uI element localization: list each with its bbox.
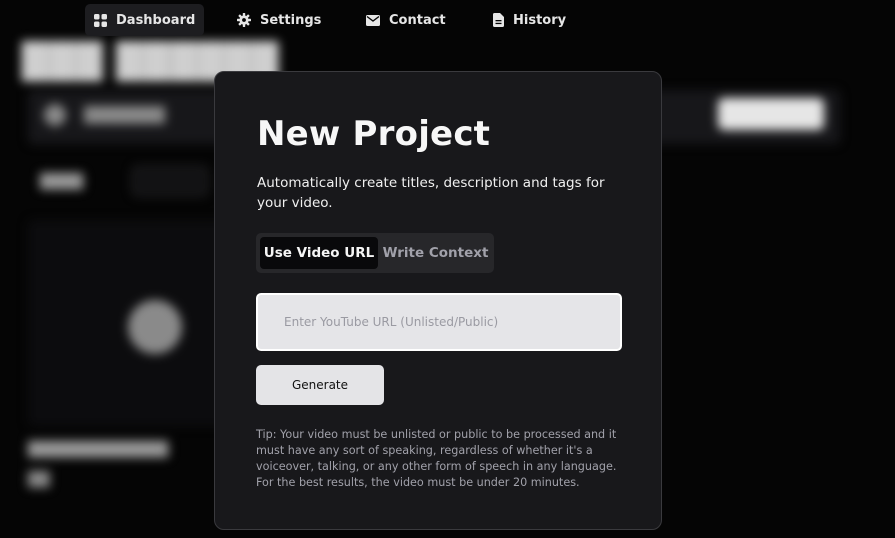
generate-button[interactable]: Generate [256, 365, 384, 405]
blurred-toolbar-button [718, 98, 824, 130]
blurred-play-icon [128, 300, 182, 354]
tip-text: Tip: Your video must be unlisted or publ… [256, 428, 617, 489]
blurred-card-title: █████████████ [28, 442, 168, 458]
blurred-toolbar-icon [44, 104, 66, 126]
nav-item-label: Dashboard [116, 12, 196, 28]
nav-item-history[interactable]: History [484, 4, 575, 36]
modal-title: New Project [257, 114, 491, 154]
input-mode-tabs: Use Video URL Write Context [256, 233, 494, 273]
tab-write-context[interactable]: Write Context [381, 237, 490, 269]
blurred-toolbar-text: ███████ [84, 106, 165, 124]
blurred-card-subtitle: ██ [28, 472, 50, 488]
nav-item-label: History [513, 12, 567, 28]
mail-icon [366, 14, 380, 26]
nav-item-contact[interactable]: Contact [357, 4, 455, 36]
nav-item-dashboard[interactable]: Dashboard [85, 4, 205, 36]
tab-use-video-url[interactable]: Use Video URL [260, 237, 378, 269]
nav-item-settings[interactable]: Settings [228, 4, 330, 36]
modal-description: Automatically create titles, description… [257, 175, 605, 211]
gear-icon [237, 13, 251, 27]
blurred-filter-pill [132, 166, 208, 196]
top-nav: Dashboard Settings Contact History [0, 0, 895, 40]
grid-icon [94, 13, 107, 27]
document-icon [493, 13, 504, 27]
youtube-url-input[interactable] [256, 293, 622, 351]
new-project-modal: New Project Automatically create titles,… [214, 71, 662, 530]
nav-item-label: Contact [389, 12, 446, 28]
blurred-filter-label: ████ [40, 174, 84, 190]
nav-item-label: Settings [260, 12, 322, 28]
